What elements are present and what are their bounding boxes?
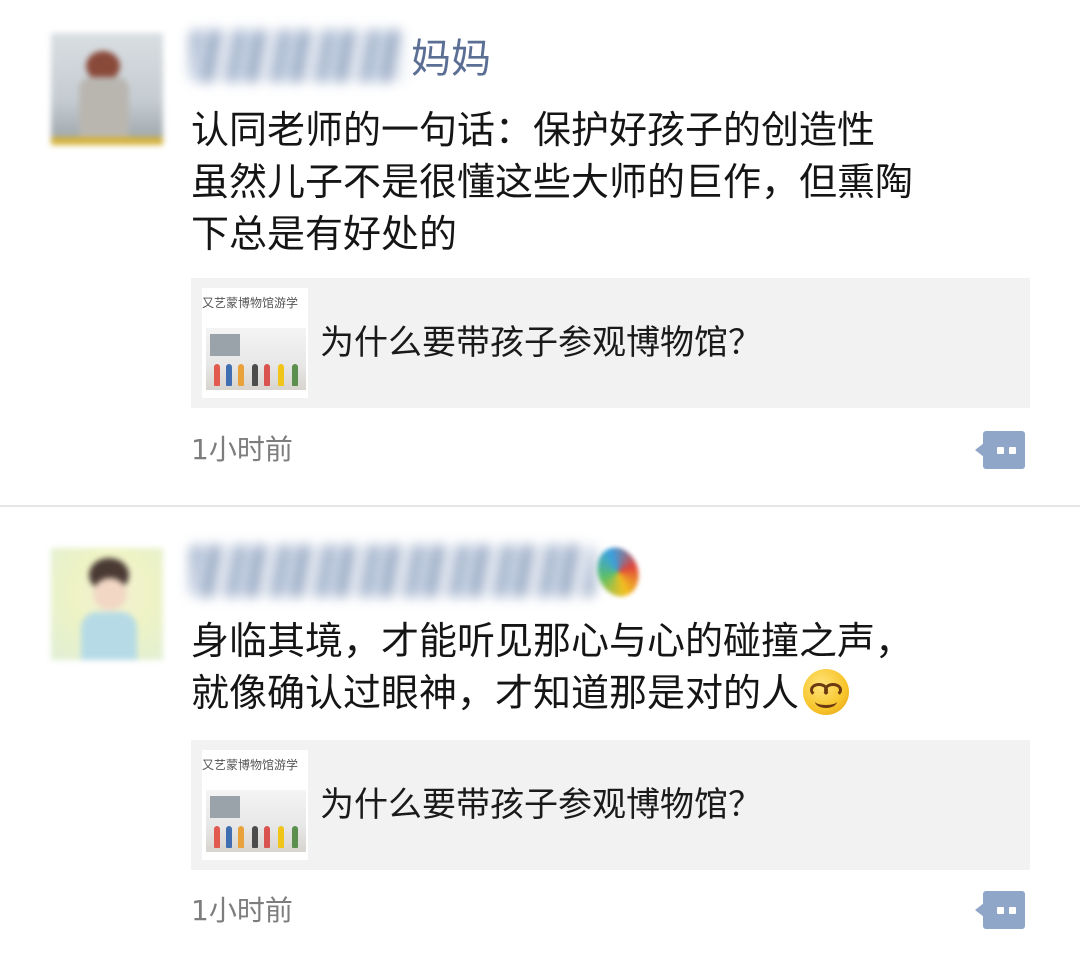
feed-post: 身临其境，才能听见那心与心的碰撞之声， 就像确认过眼神，才知道那是对的人 又艺蒙… — [0, 507, 1080, 968]
thumbnail-caption: 又艺蒙博物馆游学 — [202, 296, 299, 310]
shared-article-card[interactable]: 又艺蒙博物馆游学 为什么要带孩子参观博物馆？ — [191, 278, 1030, 408]
post-text: 身临其境，才能听见那心与心的碰撞之声， 就像确认过眼神，才知道那是对的人 — [191, 615, 1031, 719]
shared-article-card[interactable]: 又艺蒙博物馆游学 为什么要带孩子参观博物馆？ — [191, 740, 1030, 870]
author-name[interactable]: 妈妈 — [411, 33, 491, 85]
post-timestamp: 1小时前 — [191, 433, 293, 466]
post-text-line: 下总是有好处的 — [191, 212, 458, 256]
article-title: 为什么要带孩子参观博物馆？ — [320, 323, 762, 363]
rainbow-emoji-icon — [590, 541, 646, 603]
moments-feed: 妈妈 认同老师的一句话：保护好孩子的创造性 虽然儿子不是很懂这些大师的巨作，但熏… — [0, 0, 1080, 968]
post-timestamp: 1小时前 — [191, 894, 293, 927]
thumbnail-caption: 又艺蒙博物馆游学 — [202, 758, 299, 772]
smirk-face-emoji-icon — [803, 669, 850, 715]
museum-photo — [206, 328, 306, 390]
article-title: 为什么要带孩子参观博物馆？ — [320, 785, 762, 825]
author-name-obscured[interactable] — [190, 30, 405, 82]
post-text-line: 虽然儿子不是很懂这些大师的巨作，但熏陶 — [191, 160, 914, 204]
author-name-obscured[interactable] — [190, 545, 595, 597]
post-text-line: 身临其境，才能听见那心与心的碰撞之声， — [191, 619, 914, 663]
avatar[interactable] — [51, 33, 163, 145]
article-thumbnail: 又艺蒙博物馆游学 — [202, 288, 308, 398]
museum-photo — [206, 790, 306, 852]
feed-post: 妈妈 认同老师的一句话：保护好孩子的创造性 虽然儿子不是很懂这些大师的巨作，但熏… — [0, 0, 1080, 505]
post-text-line: 就像确认过眼神，才知道那是对的人 — [191, 671, 800, 715]
avatar[interactable] — [51, 548, 163, 660]
post-text-line: 认同老师的一句话：保护好孩子的创造性 — [191, 108, 876, 152]
post-text: 认同老师的一句话：保护好孩子的创造性 虽然儿子不是很懂这些大师的巨作，但熏陶 下… — [191, 104, 1031, 260]
comment-bubble-icon[interactable] — [975, 431, 1025, 469]
article-thumbnail: 又艺蒙博物馆游学 — [202, 750, 308, 860]
comment-bubble-icon[interactable] — [975, 891, 1025, 929]
